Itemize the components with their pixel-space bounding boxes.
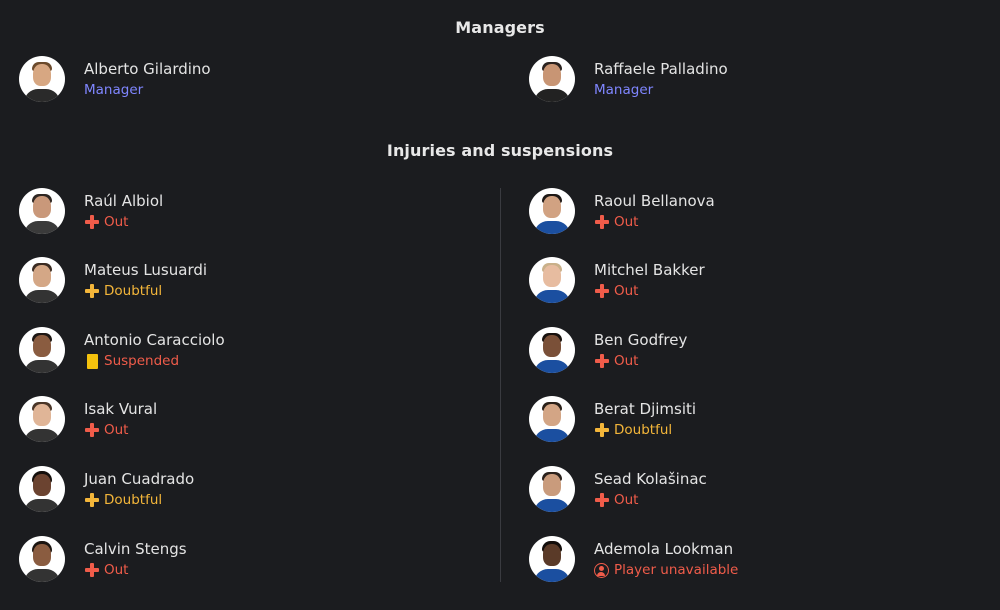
player-name: Ademola Lookman bbox=[594, 540, 734, 558]
avatar bbox=[529, 257, 575, 303]
manager-name: Raffaele Palladino bbox=[594, 60, 728, 78]
manager-role: Manager bbox=[84, 82, 144, 98]
status-label: Doubtful bbox=[104, 283, 163, 299]
yellow-card-icon bbox=[87, 353, 98, 369]
status-label: Out bbox=[104, 562, 129, 578]
avatar bbox=[19, 56, 65, 102]
player-item[interactable]: Raoul Bellanova Out bbox=[529, 188, 715, 234]
player-status: Out bbox=[594, 283, 705, 299]
status-label: Out bbox=[614, 214, 639, 230]
player-name: Raoul Bellanova bbox=[594, 192, 715, 210]
injuries-title: Injuries and suspensions bbox=[386, 141, 614, 160]
player-item[interactable]: Ben Godfrey Out bbox=[529, 327, 687, 373]
player-status: Doubtful bbox=[84, 283, 207, 299]
player-item[interactable]: Mateus Lusuardi Doubtful bbox=[19, 257, 207, 303]
player-status: Out bbox=[84, 422, 157, 438]
player-item[interactable]: Mitchel Bakker Out bbox=[529, 257, 705, 303]
player-name: Isak Vural bbox=[84, 400, 158, 418]
cross-icon bbox=[594, 353, 610, 369]
person-icon bbox=[594, 562, 609, 578]
cross-icon bbox=[84, 492, 100, 508]
cross-icon bbox=[594, 422, 610, 438]
player-item[interactable]: Sead Kolašinac Out bbox=[529, 466, 707, 512]
player-status: Suspended bbox=[84, 353, 225, 369]
status-label: Player unavailable bbox=[614, 562, 739, 578]
cross-icon bbox=[84, 283, 100, 299]
player-item[interactable]: Berat Djimsiti Doubtful bbox=[529, 396, 696, 442]
avatar bbox=[19, 188, 65, 234]
status-label: Doubtful bbox=[614, 422, 673, 438]
status-label: Out bbox=[614, 492, 639, 508]
cross-icon bbox=[594, 214, 610, 230]
cross-icon bbox=[594, 283, 610, 299]
column-divider bbox=[500, 188, 501, 582]
avatar bbox=[529, 56, 575, 102]
status-label: Suspended bbox=[104, 353, 180, 369]
avatar bbox=[529, 327, 575, 373]
avatar bbox=[529, 466, 575, 512]
status-label: Out bbox=[104, 214, 129, 230]
avatar bbox=[529, 188, 575, 234]
manager-item[interactable]: Alberto Gilardino Manager bbox=[19, 56, 211, 102]
avatar bbox=[19, 257, 65, 303]
player-status: Doubtful bbox=[594, 422, 696, 438]
cross-icon bbox=[84, 214, 100, 230]
player-name: Mitchel Bakker bbox=[594, 261, 705, 279]
player-name: Antonio Caracciolo bbox=[84, 331, 225, 349]
player-item[interactable]: Raúl Albiol Out bbox=[19, 188, 163, 234]
player-name: Raúl Albiol bbox=[84, 192, 164, 210]
cross-icon bbox=[594, 492, 610, 508]
player-name: Juan Cuadrado bbox=[84, 470, 195, 488]
cross-icon bbox=[84, 562, 100, 578]
player-status: Out bbox=[594, 214, 715, 230]
status-label: Out bbox=[614, 353, 639, 369]
status-label: Out bbox=[614, 283, 639, 299]
player-status: Out bbox=[84, 562, 187, 578]
managers-title: Managers bbox=[455, 18, 545, 37]
player-item[interactable]: Antonio Caracciolo Suspended bbox=[19, 327, 225, 373]
manager-item[interactable]: Raffaele Palladino Manager bbox=[529, 56, 728, 102]
player-status: Player unavailable bbox=[594, 562, 738, 578]
manager-name: Alberto Gilardino bbox=[84, 60, 211, 78]
avatar bbox=[19, 396, 65, 442]
player-status: Out bbox=[84, 214, 163, 230]
status-label: Out bbox=[104, 422, 129, 438]
player-item[interactable]: Juan Cuadrado Doubtful bbox=[19, 466, 194, 512]
player-status: Out bbox=[594, 492, 707, 508]
avatar bbox=[19, 466, 65, 512]
avatar bbox=[19, 327, 65, 373]
avatar bbox=[19, 536, 65, 582]
player-item[interactable]: Isak Vural Out bbox=[19, 396, 157, 442]
manager-role: Manager bbox=[594, 82, 654, 98]
cross-icon bbox=[84, 422, 100, 438]
player-name: Calvin Stengs bbox=[84, 540, 187, 558]
player-name: Ben Godfrey bbox=[594, 331, 688, 349]
player-status: Doubtful bbox=[84, 492, 194, 508]
player-item[interactable]: Ademola Lookman Player unavailable bbox=[529, 536, 738, 582]
player-status: Out bbox=[594, 353, 687, 369]
player-name: Berat Djimsiti bbox=[594, 400, 697, 418]
player-name: Mateus Lusuardi bbox=[84, 261, 208, 279]
status-label: Doubtful bbox=[104, 492, 163, 508]
avatar bbox=[529, 396, 575, 442]
player-name: Sead Kolašinac bbox=[594, 470, 707, 488]
player-item[interactable]: Calvin Stengs Out bbox=[19, 536, 187, 582]
avatar bbox=[529, 536, 575, 582]
lineup-info-panel: Managers Alberto Gilardino Manager Raffa… bbox=[0, 0, 1000, 610]
